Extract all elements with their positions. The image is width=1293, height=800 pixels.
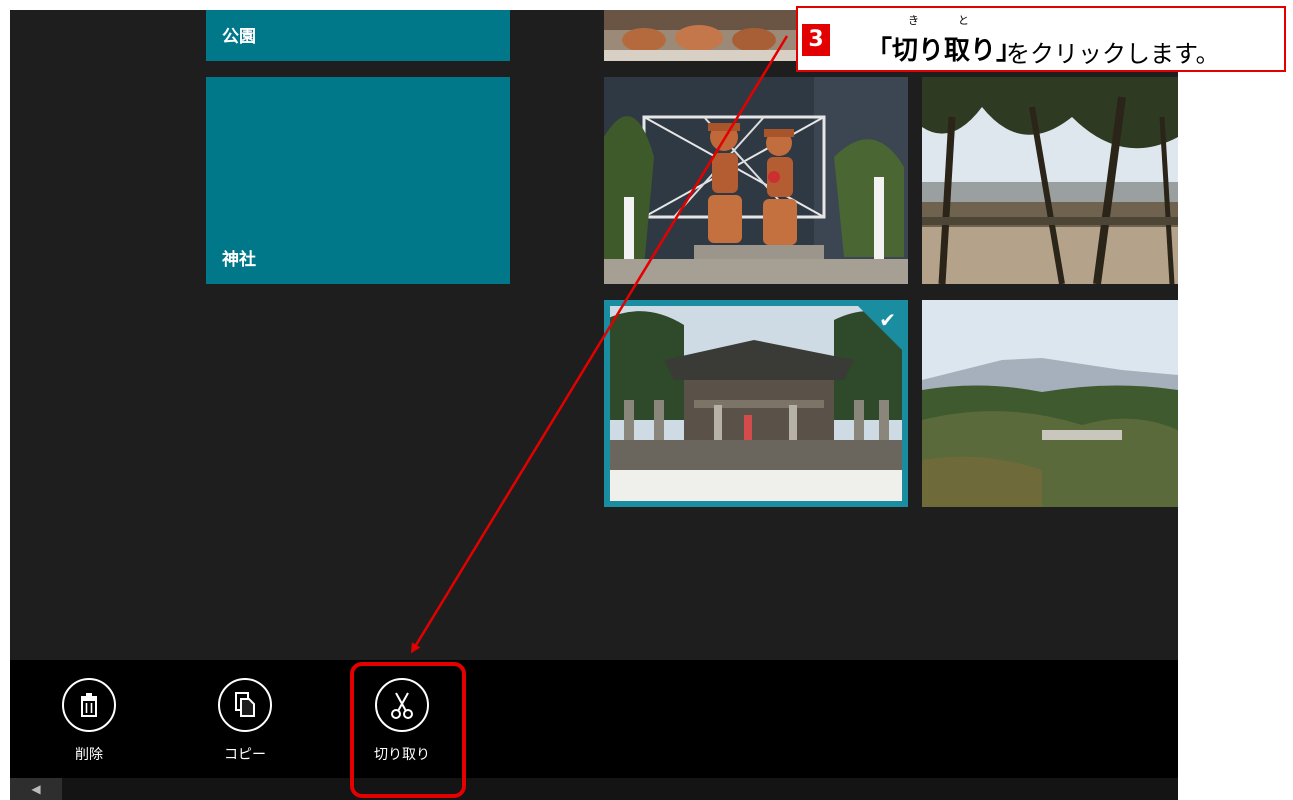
photo-tile-mountain-view[interactable]: [922, 300, 1178, 507]
photo-tile-park-trees[interactable]: [922, 77, 1178, 284]
photo-tile-pot-figures[interactable]: [604, 77, 908, 284]
photos-app-screen: 公園 神社 ✔ 削除 コピー 切り取り ◀: [10, 10, 1178, 800]
folder-label-park: 公園: [222, 27, 256, 47]
photo-tile-pots-strip[interactable]: [604, 10, 798, 61]
copy-label: コピー: [224, 747, 266, 763]
app-command-bar: 削除 コピー 切り取り ◀: [10, 660, 1178, 800]
horizontal-scrollbar[interactable]: ◀: [10, 778, 1178, 800]
delete-label: 削除: [75, 747, 103, 763]
trash-icon: [62, 678, 116, 732]
copy-icon: [218, 678, 272, 732]
ruby-ki: き: [908, 14, 919, 27]
folder-tile-park[interactable]: 公園: [206, 10, 510, 61]
ruby-to: と: [958, 14, 969, 27]
scroll-left-icon[interactable]: ◀: [10, 778, 62, 800]
folder-label-shrine: 神社: [222, 250, 256, 270]
selection-frame: ✔: [604, 300, 908, 507]
folder-tile-shrine[interactable]: 神社: [206, 77, 510, 284]
instruction-callout: 3 き と 「切り取り」 をクリックします。: [796, 6, 1286, 72]
step-number: 3: [802, 24, 830, 56]
cut-button-highlight: [350, 662, 466, 798]
callout-command-name: 「切り取り」: [866, 36, 1023, 66]
delete-button[interactable]: 削除: [44, 678, 134, 764]
checkmark-icon: ✔: [879, 308, 896, 332]
copy-button[interactable]: コピー: [200, 678, 290, 764]
callout-instruction: をクリックします。: [1006, 40, 1220, 68]
